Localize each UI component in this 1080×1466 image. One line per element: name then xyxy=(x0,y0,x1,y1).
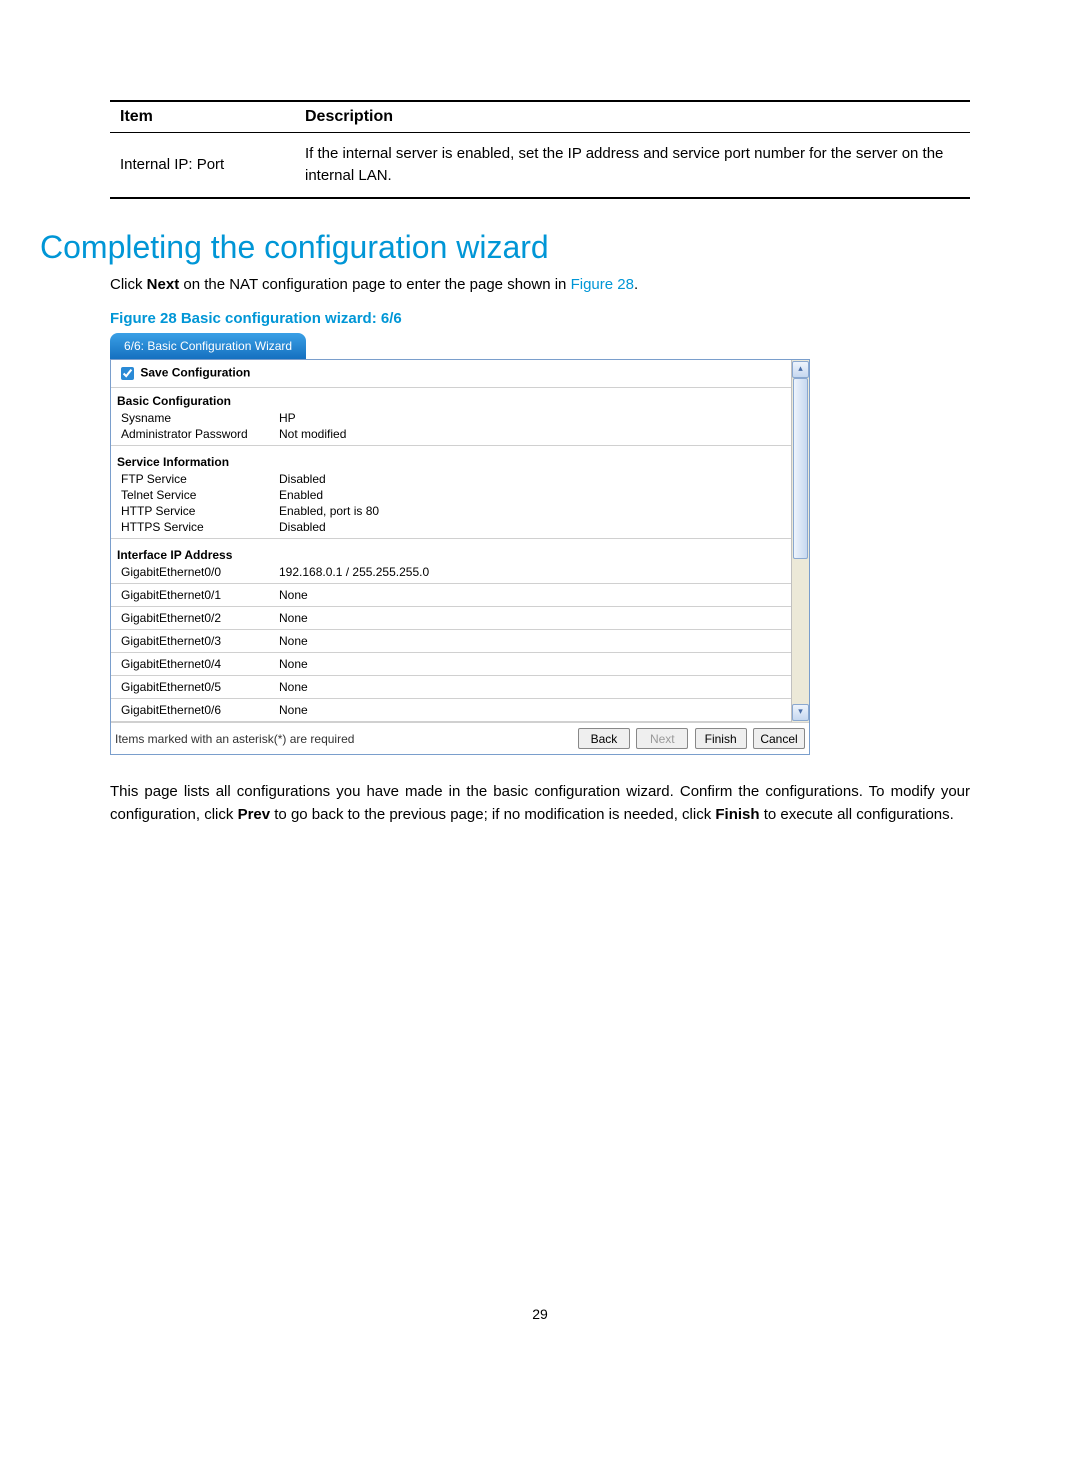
table-header-item: Item xyxy=(110,101,295,133)
scrollbar-track[interactable] xyxy=(792,378,809,704)
kv-val: Disabled xyxy=(279,472,785,486)
text: . xyxy=(634,276,638,293)
kv-row: FTP ServiceDisabled xyxy=(111,471,791,487)
kv-key: HTTPS Service xyxy=(121,520,279,534)
intro-paragraph: Click Next on the NAT configuration page… xyxy=(110,274,970,297)
save-config-checkbox[interactable] xyxy=(121,367,134,380)
bold-prev: Prev xyxy=(238,806,271,823)
kv-key: HTTP Service xyxy=(121,504,279,518)
group-basic-config: Basic Configuration xyxy=(111,388,791,410)
kv-val: None xyxy=(279,703,785,717)
save-config-label: Save Configuration xyxy=(140,366,250,380)
kv-val: HP xyxy=(279,411,785,425)
divider xyxy=(111,538,791,539)
divider xyxy=(111,675,791,676)
outro-paragraph: This page lists all configurations you h… xyxy=(110,781,970,826)
kv-row: GigabitEthernet0/5None xyxy=(111,679,791,695)
text: to execute all configurations. xyxy=(760,806,954,823)
kv-row: GigabitEthernet0/3None xyxy=(111,633,791,649)
divider xyxy=(111,629,791,630)
table-cell-item: Internal IP: Port xyxy=(110,133,295,198)
kv-key: Administrator Password xyxy=(121,427,279,441)
cancel-button[interactable]: Cancel xyxy=(753,728,805,749)
scroll-down-icon[interactable]: ▾ xyxy=(792,704,809,721)
kv-row: GigabitEthernet0/6None xyxy=(111,702,791,718)
kv-row: GigabitEthernet0/0192.168.0.1 / 255.255.… xyxy=(111,564,791,580)
back-button[interactable]: Back xyxy=(578,728,630,749)
group-service-info: Service Information xyxy=(111,449,791,471)
kv-key: GigabitEthernet0/0 xyxy=(121,565,279,579)
save-config-row: Save Configuration xyxy=(111,360,791,388)
group-interface-ip: Interface IP Address xyxy=(111,542,791,564)
kv-val: None xyxy=(279,680,785,694)
wizard-scroll-area: Save Configuration Basic Configuration S… xyxy=(111,360,809,722)
page-number: 29 xyxy=(110,1306,970,1362)
divider xyxy=(111,652,791,653)
kv-key: GigabitEthernet0/6 xyxy=(121,703,279,717)
required-note: Items marked with an asterisk(*) are req… xyxy=(115,732,575,746)
kv-val: 192.168.0.1 / 255.255.255.0 xyxy=(279,565,785,579)
kv-key: FTP Service xyxy=(121,472,279,486)
kv-val: Disabled xyxy=(279,520,785,534)
kv-row: Administrator PasswordNot modified xyxy=(111,426,791,442)
figure-caption: Figure 28 Basic configuration wizard: 6/… xyxy=(110,310,970,327)
kv-row: HTTPS ServiceDisabled xyxy=(111,519,791,535)
wizard-pane: Save Configuration Basic Configuration S… xyxy=(110,359,810,755)
kv-val: Enabled xyxy=(279,488,785,502)
kv-key: GigabitEthernet0/4 xyxy=(121,657,279,671)
kv-val: Enabled, port is 80 xyxy=(279,504,785,518)
kv-key: GigabitEthernet0/5 xyxy=(121,680,279,694)
kv-val: Not modified xyxy=(279,427,785,441)
bold-next: Next xyxy=(147,276,180,293)
kv-row: GigabitEthernet0/2None xyxy=(111,610,791,626)
next-button: Next xyxy=(636,728,688,749)
scrollbar[interactable]: ▴ ▾ xyxy=(791,360,809,722)
divider xyxy=(111,445,791,446)
scroll-up-icon[interactable]: ▴ xyxy=(792,361,809,378)
wizard-footer: Items marked with an asterisk(*) are req… xyxy=(111,722,809,754)
text: on the NAT configuration page to enter t… xyxy=(179,276,570,293)
bold-finish: Finish xyxy=(715,806,759,823)
figure-link[interactable]: Figure 28 xyxy=(571,276,634,293)
kv-val: None xyxy=(279,634,785,648)
kv-key: GigabitEthernet0/2 xyxy=(121,611,279,625)
kv-val: None xyxy=(279,588,785,602)
wizard-tab[interactable]: 6/6: Basic Configuration Wizard xyxy=(110,333,306,359)
kv-val: None xyxy=(279,611,785,625)
kv-row: HTTP ServiceEnabled, port is 80 xyxy=(111,503,791,519)
kv-key: Sysname xyxy=(121,411,279,425)
table-header-description: Description xyxy=(295,101,970,133)
divider xyxy=(111,698,791,699)
kv-key: Telnet Service xyxy=(121,488,279,502)
table-cell-description: If the internal server is enabled, set t… xyxy=(295,133,970,198)
kv-row: GigabitEthernet0/1None xyxy=(111,587,791,603)
item-description-table: Item Description Internal IP: Port If th… xyxy=(110,100,970,199)
table-row: Internal IP: Port If the internal server… xyxy=(110,133,970,198)
kv-row: GigabitEthernet0/4None xyxy=(111,656,791,672)
divider xyxy=(111,583,791,584)
kv-row: SysnameHP xyxy=(111,410,791,426)
text: to go back to the previous page; if no m… xyxy=(270,806,715,823)
kv-key: GigabitEthernet0/1 xyxy=(121,588,279,602)
section-heading: Completing the configuration wizard xyxy=(40,229,970,266)
divider xyxy=(111,721,791,722)
text: Click xyxy=(110,276,147,293)
scrollbar-thumb[interactable] xyxy=(793,378,808,559)
kv-key: GigabitEthernet0/3 xyxy=(121,634,279,648)
wizard-screenshot: 6/6: Basic Configuration Wizard Save Con… xyxy=(110,333,810,755)
finish-button[interactable]: Finish xyxy=(695,728,747,749)
kv-val: None xyxy=(279,657,785,671)
kv-row: Telnet ServiceEnabled xyxy=(111,487,791,503)
divider xyxy=(111,606,791,607)
